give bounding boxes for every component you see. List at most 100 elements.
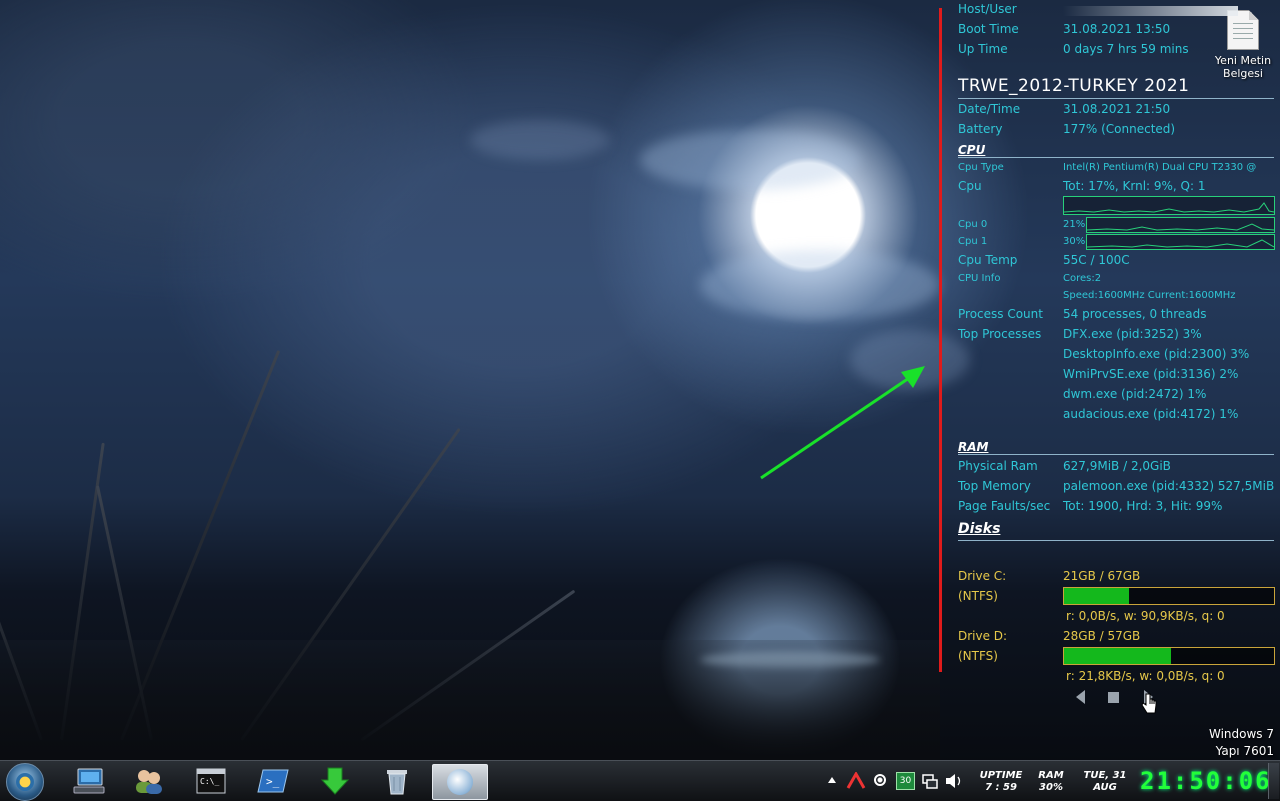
powershell-icon: >_: [257, 769, 289, 793]
top-process-item: WmiPrvSE.exe (pid:3136) 2%: [1063, 367, 1239, 381]
datetime-value: 31.08.2021 21:50: [1063, 102, 1171, 116]
ram-section-title: RAM: [958, 440, 989, 454]
windows-watermark: Windows 7 Yapı 7601: [1209, 726, 1274, 760]
host-label: Host/User: [958, 2, 1017, 16]
computer-icon: [73, 768, 105, 794]
battery-value: 177% (Connected): [1063, 122, 1176, 136]
digital-clock[interactable]: 21:50:06: [1140, 767, 1270, 795]
cpu-type-value: Intel(R) Pentium(R) Dual CPU T2330 @: [1063, 162, 1257, 173]
taskbar-ram: RAM 30%: [1032, 770, 1070, 794]
ram-label: RAM: [1038, 770, 1064, 781]
volume-icon[interactable]: [944, 772, 964, 790]
drive-d-usage-bar: [1063, 647, 1275, 665]
taskbar-active-window-button[interactable]: [432, 764, 488, 800]
taskbar-computer-button[interactable]: [62, 764, 116, 798]
record-tray-icon[interactable]: [874, 774, 886, 786]
host-value-redacted: [1063, 6, 1238, 16]
cpu0-graph: [1086, 217, 1275, 233]
taskbar: C:\_ >_ 30 UPTIME 7 : 59 RAM 30% TUE, 31…: [0, 760, 1280, 801]
drive-d-value: 28GB / 57GB: [1063, 629, 1141, 643]
divider: [958, 540, 1274, 541]
divider: [958, 98, 1274, 99]
command-prompt-icon: C:\_: [196, 768, 226, 794]
hand-cursor-icon: [1141, 693, 1157, 714]
physical-ram-label: Physical Ram: [958, 459, 1038, 473]
taskbar-powershell-button[interactable]: >_: [246, 764, 300, 798]
cpu-total-graph: [1063, 196, 1275, 215]
date-weekday-day: TUE, 31: [1083, 770, 1127, 781]
process-count-label: Process Count: [958, 307, 1043, 321]
datetime-label: Date/Time: [958, 102, 1021, 116]
cpu-type-label: Cpu Type: [958, 162, 1004, 173]
drive-d-filesystem: (NTFS): [958, 649, 998, 663]
start-button[interactable]: [6, 763, 44, 801]
top-process-item: DesktopInfo.exe (pid:2300) 3%: [1063, 347, 1250, 361]
cloud: [470, 120, 610, 160]
cpu-info-speed: Speed:1600MHz Current:1600MHz: [1063, 290, 1236, 301]
cpu-section-title: CPU: [958, 143, 986, 157]
cpu-temp-value: 55C / 100C: [1063, 253, 1130, 267]
taskbar-date[interactable]: TUE, 31 AUG: [1076, 770, 1134, 794]
cpu-info-label: CPU Info: [958, 273, 1001, 284]
cloud: [700, 250, 940, 320]
network-icon[interactable]: [921, 772, 939, 790]
users-icon: [136, 770, 162, 794]
system-monitor-panel: Host/User Boot Time 31.08.2021 13:50 Up …: [958, 0, 1280, 760]
boot-time-label: Boot Time: [958, 22, 1019, 36]
download-arrow-icon: [320, 767, 350, 795]
taskbar-users-button[interactable]: [122, 764, 176, 798]
page-faults-label: Page Faults/sec: [958, 499, 1051, 513]
drive-c-usage-bar: [1063, 587, 1275, 605]
svg-text:C:\_: C:\_: [200, 777, 219, 786]
drive-c-io: r: 0,0B/s, w: 90,9KB/s, q: 0: [1066, 609, 1225, 623]
cpu-temp-label: Cpu Temp: [958, 253, 1018, 267]
uptime-label: Up Time: [958, 42, 1008, 56]
uptime-value: 7 : 59: [985, 782, 1017, 793]
drive-d-io: r: 21,8KB/s, w: 0,0B/s, q: 0: [1066, 669, 1225, 683]
drive-c-usage-fill: [1064, 588, 1130, 604]
top-memory-label: Top Memory: [958, 479, 1031, 493]
cpu1-value: 30%: [1063, 236, 1086, 247]
cpu0-label: Cpu 0: [958, 219, 988, 230]
cpu0-value: 21%: [1063, 219, 1086, 230]
uptime-value: 0 days 7 hrs 59 mins: [1063, 42, 1189, 56]
taskbar-uptime: UPTIME 7 : 59: [974, 770, 1028, 794]
taskbar-download-button[interactable]: [308, 764, 362, 798]
page-faults-value: Tot: 1900, Hrd: 3, Hit: 99%: [1063, 499, 1223, 513]
cpu1-graph: [1086, 234, 1275, 250]
top-process-item: audacious.exe (pid:4172) 1%: [1063, 407, 1239, 421]
panel-title: TRWE_2012-TURKEY 2021: [958, 76, 1190, 96]
moon-wallpaper-icon: [447, 769, 473, 795]
windows-build: Yapı 7601: [1215, 744, 1274, 758]
top-process-item: dwm.exe (pid:2472) 1%: [1063, 387, 1207, 401]
drive-c-value: 21GB / 67GB: [1063, 569, 1141, 583]
cpu1-label: Cpu 1: [958, 236, 988, 247]
date-month: AUG: [1093, 782, 1117, 793]
battery-label: Battery: [958, 122, 1003, 136]
app-tray-icon[interactable]: [846, 772, 866, 790]
top-process-item: DFX.exe (pid:3252) 3%: [1063, 327, 1202, 341]
taskbar-cmd-button[interactable]: C:\_: [184, 764, 238, 798]
top-memory-value: palemoon.exe (pid:4332) 527,5MiB: [1063, 479, 1275, 493]
annotation-red-line: [939, 8, 942, 672]
drive-c-label: Drive C:: [958, 569, 1007, 583]
drive-c-filesystem: (NTFS): [958, 589, 998, 603]
calendar-tray-badge[interactable]: 30: [896, 772, 915, 790]
previous-icon[interactable]: [1076, 690, 1085, 704]
windows-edition: Windows 7: [1208, 727, 1274, 741]
tray-overflow-icon[interactable]: [828, 777, 836, 783]
stop-icon[interactable]: [1108, 692, 1119, 703]
cpu-label: Cpu: [958, 179, 982, 193]
boot-time-value: 31.08.2021 13:50: [1063, 22, 1171, 36]
svg-text:>_: >_: [266, 775, 280, 788]
drive-d-label: Drive D:: [958, 629, 1008, 643]
ram-value: 30%: [1039, 782, 1063, 793]
divider: [958, 157, 1274, 158]
recycle-bin-icon: [387, 770, 407, 795]
show-desktop-button[interactable]: [1268, 763, 1279, 799]
taskbar-recycle-bin-button[interactable]: [370, 764, 424, 798]
physical-ram-value: 627,9MiB / 2,0GiB: [1063, 459, 1171, 473]
cpu-value: Tot: 17%, Krnl: 9%, Q: 1: [1063, 179, 1206, 193]
cpu-info-cores: Cores:2: [1063, 273, 1102, 284]
disks-section-title: Disks: [958, 521, 1001, 537]
